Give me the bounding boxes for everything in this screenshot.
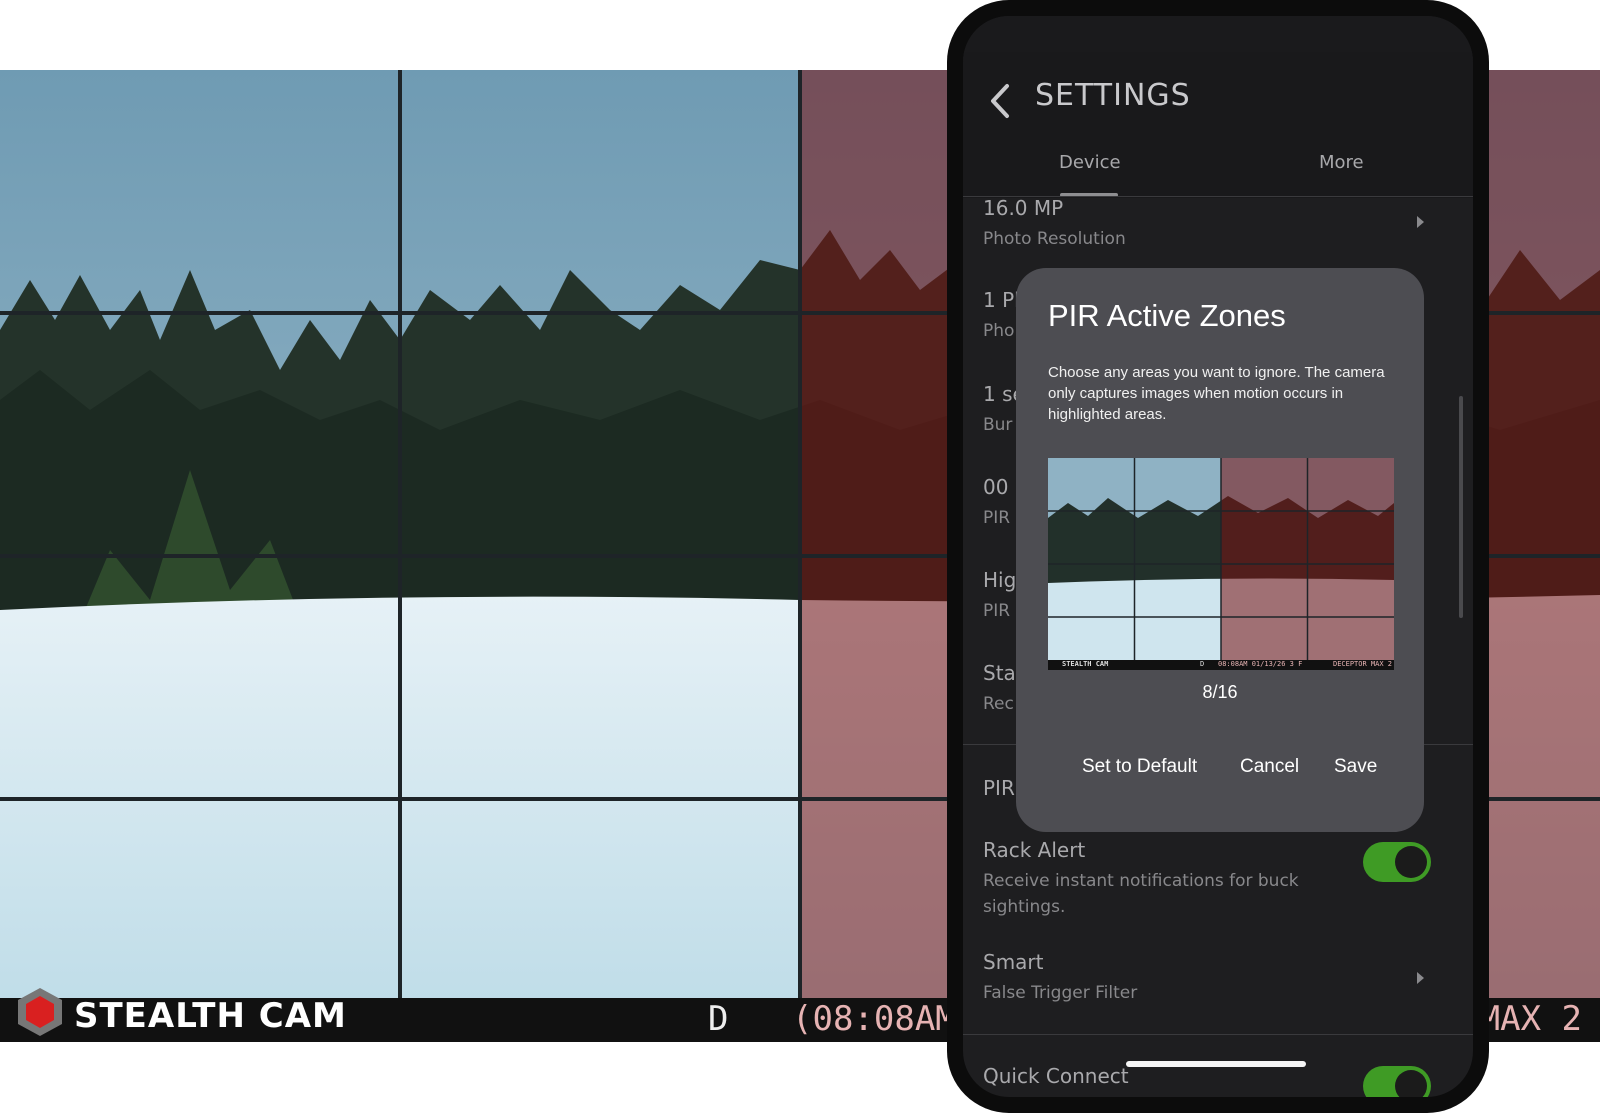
- camera-time: (08:08AM: [792, 999, 956, 1039]
- chevron-right-icon: [1417, 216, 1424, 228]
- cancel-button[interactable]: Cancel: [1240, 756, 1299, 778]
- quick-connect-toggle[interactable]: [1363, 1066, 1431, 1097]
- toggle-knob: [1395, 846, 1427, 878]
- settings-header: SETTINGS Device More: [963, 52, 1473, 198]
- preview-info-bar: STEALTH CAM D 08:08AM 01/13/26 3 F DECEP…: [1048, 660, 1394, 670]
- section-divider: [963, 1034, 1473, 1035]
- zone-preview-graphic: [1048, 458, 1394, 670]
- zone-preview[interactable]: STEALTH CAM D 08:08AM 01/13/26 3 F DECEP…: [1048, 458, 1394, 670]
- setting-photo-resolution[interactable]: 16.0 MP Photo Resolution: [983, 196, 1433, 252]
- tab-device[interactable]: Device: [1059, 152, 1121, 173]
- preview-brand: STEALTH CAM: [1062, 660, 1109, 668]
- save-button[interactable]: Save: [1334, 756, 1377, 778]
- tab-more[interactable]: More: [1319, 152, 1364, 173]
- chevron-right-icon: [1417, 972, 1424, 984]
- preview-stamp: 08:08AM 01/13/26 3 F: [1218, 660, 1303, 668]
- stealth-cam-logo-icon: [18, 988, 62, 1036]
- dialog-title: PIR Active Zones: [1048, 298, 1286, 333]
- camera-model: MAX 2: [1479, 999, 1582, 1039]
- status-bar: [963, 16, 1473, 52]
- camera-brand-text: STEALTH CAM: [74, 996, 347, 1036]
- active-zone-count: 8/16: [1202, 682, 1238, 702]
- preview-model: DECEPTOR MAX 2: [1332, 660, 1392, 668]
- setting-smart-filter[interactable]: Smart False Trigger Filter: [983, 950, 1433, 1006]
- rack-alert-description: Receive instant notifications for buck s…: [983, 871, 1299, 917]
- page-title: SETTINGS: [1035, 78, 1191, 113]
- scrollbar[interactable]: [1459, 396, 1463, 618]
- smart-title: Smart: [983, 950, 1044, 974]
- preview-day-night: D: [1200, 660, 1205, 668]
- setting-label: Photo Resolution: [983, 229, 1126, 249]
- pir-active-zones-dialog: PIR Active Zones Choose any areas you wa…: [1016, 268, 1424, 832]
- set-to-default-button[interactable]: Set to Default: [1082, 756, 1197, 778]
- camera-day-night: D: [708, 999, 729, 1039]
- back-arrow-icon[interactable]: [987, 82, 1013, 120]
- setting-value: 16.0 MP: [983, 196, 1064, 220]
- home-indicator[interactable]: [1126, 1061, 1306, 1067]
- dialog-description: Choose any areas you want to ignore. The…: [1048, 364, 1385, 423]
- rack-alert-toggle[interactable]: [1363, 842, 1431, 882]
- smart-label: False Trigger Filter: [983, 983, 1138, 1003]
- toggle-knob: [1395, 1070, 1427, 1097]
